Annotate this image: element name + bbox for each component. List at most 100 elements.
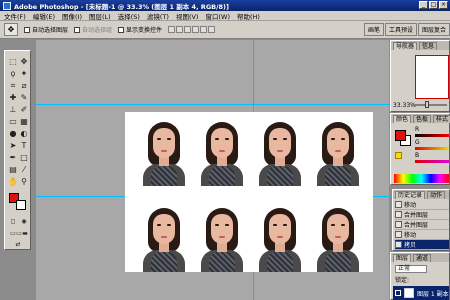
history-item[interactable]: 移动 (395, 230, 449, 240)
channel-g-slider[interactable] (415, 147, 449, 150)
path-select-icon[interactable]: ➤ (8, 141, 18, 151)
color-panel: 颜色 色板 样式 R G B (390, 113, 450, 185)
zoom-tool-icon[interactable]: ⚲ (19, 177, 29, 187)
palette-well: 画笔 工具预设 图层复合 (363, 23, 450, 36)
auto-select-layer-checkbox[interactable]: 自动选择图层 (24, 25, 68, 34)
tab-navigator[interactable]: 导航器 (393, 41, 418, 50)
maximize-button[interactable]: □ (429, 1, 438, 9)
history-item-label: 拷贝 (404, 242, 417, 249)
dodge-tool-icon[interactable]: ◐ (19, 129, 29, 139)
window-title: Adobe Photoshop - [未标题-1 @ 33.3% (图层 1 副… (14, 2, 229, 11)
portrait-photo (313, 204, 363, 272)
shape-tool-icon[interactable]: □ (19, 153, 29, 163)
menu-file[interactable]: 文件(F) (4, 11, 26, 21)
eraser-tool-icon[interactable]: ▭ (8, 117, 18, 127)
align-buttons-group (168, 26, 216, 33)
menu-filter[interactable]: 滤镜(T) (147, 11, 169, 21)
slice-tool-icon[interactable]: ⧄ (19, 81, 29, 91)
type-tool-icon[interactable]: T (19, 141, 29, 151)
channel-b-label: B (415, 152, 420, 159)
toolbox: ⬚ ✥ ϙ ✦ ⌗ ⧄ ✚ ✎ ⊥ ✐ ▭ ▦ ● ◐ ➤ T ✒ □ ▤ ⁄ … (4, 50, 31, 250)
channel-b-slider[interactable] (415, 160, 449, 163)
minimize-button[interactable]: _ (419, 1, 428, 9)
history-item[interactable]: 移动 (395, 200, 449, 210)
color-fg-swatch[interactable] (395, 130, 406, 141)
magic-wand-icon[interactable]: ✦ (19, 69, 29, 79)
tab-styles[interactable]: 样式 (433, 114, 450, 123)
imageready-jump-icon[interactable]: ⇄ (13, 240, 23, 250)
background-color-swatch[interactable] (16, 200, 26, 210)
auto-select-group-label: 自动选择组 (82, 27, 113, 34)
tab-color[interactable]: 颜色 (393, 114, 412, 123)
history-item-label: 移动 (404, 232, 417, 239)
history-panel: 历史记录 动作 移动 合并图层 合并图层 移动 拷贝 (392, 189, 450, 251)
history-brush-icon[interactable]: ✐ (19, 105, 29, 115)
portrait-photo (255, 204, 305, 272)
align-top-button[interactable] (168, 26, 176, 33)
lasso-tool-icon[interactable]: ϙ (8, 69, 18, 79)
crop-tool-icon[interactable]: ⌗ (8, 81, 18, 91)
blur-tool-icon[interactable]: ● (8, 129, 18, 139)
align-bottom-button[interactable] (184, 26, 192, 33)
align-hcenter-button[interactable] (200, 26, 208, 33)
healing-brush-icon[interactable]: ✚ (8, 93, 18, 103)
menu-image[interactable]: 图像(I) (62, 11, 82, 21)
layer-name: 图层 1 副本 (417, 290, 449, 298)
menu-layer[interactable]: 图层(L) (89, 11, 111, 21)
align-right-button[interactable] (208, 26, 216, 33)
menu-help[interactable]: 帮助(H) (237, 11, 260, 21)
tab-swatches[interactable]: 色板 (413, 114, 432, 123)
copy-step-icon (395, 241, 402, 248)
merge-step-icon (395, 221, 402, 228)
standard-mode-icon[interactable]: ◻ (8, 217, 18, 227)
gamut-warning-icon[interactable] (395, 152, 402, 159)
quickmask-mode-icon[interactable]: ◉ (19, 217, 29, 227)
tab-layers[interactable]: 图层 (393, 253, 412, 262)
tab-layer-comps[interactable]: 图层复合 (417, 23, 450, 36)
close-button[interactable]: × (439, 1, 448, 9)
layer-visibility-eye-icon[interactable] (395, 290, 401, 296)
layer-row-selected[interactable]: 图层 1 副本 (393, 286, 449, 300)
color-ramp[interactable] (394, 174, 449, 183)
align-vcenter-button[interactable] (176, 26, 184, 33)
screen-mode-full-icon[interactable]: ▬ (20, 229, 30, 239)
zoom-slider[interactable] (411, 104, 447, 106)
channel-r-slider[interactable] (415, 134, 449, 137)
channel-g-label: G (415, 139, 420, 146)
marquee-tool-icon[interactable]: ⬚ (8, 57, 18, 67)
pen-tool-icon[interactable]: ✒ (8, 153, 18, 163)
gradient-tool-icon[interactable]: ▦ (19, 117, 29, 127)
zoom-slider-knob[interactable] (425, 101, 429, 108)
menu-select[interactable]: 选择(S) (118, 11, 140, 21)
history-item[interactable]: 合并图层 (395, 220, 449, 230)
blend-mode-select[interactable]: 正常 (395, 265, 427, 273)
menu-edit[interactable]: 编辑(E) (33, 11, 55, 21)
menu-window[interactable]: 窗口(W) (205, 11, 230, 21)
auto-select-group-checkbox[interactable]: 自动选择组 (74, 25, 112, 34)
brush-tool-icon[interactable]: ✎ (19, 93, 29, 103)
document-canvas[interactable] (125, 112, 373, 272)
guide-horizontal[interactable] (36, 104, 389, 105)
history-item-selected[interactable]: 拷贝 (395, 240, 449, 250)
hand-tool-icon[interactable]: ✋ (8, 177, 18, 187)
auto-select-layer-label: 自动选择图层 (32, 27, 69, 34)
move-tool-icon[interactable]: ✥ (19, 57, 29, 67)
notes-tool-icon[interactable]: ▤ (8, 165, 18, 175)
align-left-button[interactable] (192, 26, 200, 33)
show-transform-checkbox[interactable]: 显示变换控件 (118, 25, 162, 34)
channel-r-label: R (415, 126, 420, 133)
tab-channels[interactable]: 通道 (413, 253, 432, 262)
tab-tool-presets[interactable]: 工具预设 (384, 23, 417, 36)
navigator-thumbnail[interactable] (415, 55, 449, 99)
eyedropper-icon[interactable]: ⁄ (19, 165, 29, 175)
tab-history[interactable]: 历史记录 (395, 190, 426, 199)
tab-info[interactable]: 信息 (419, 41, 438, 50)
menu-view[interactable]: 视图(V) (176, 11, 199, 21)
tab-actions[interactable]: 动作 (427, 190, 446, 199)
tab-brushes[interactable]: 画笔 (363, 23, 384, 36)
portrait-photo (255, 118, 305, 186)
history-item[interactable]: 合并图层 (395, 210, 449, 220)
layers-panel: 图层 通道 正常 锁定: 图层 1 副本 (390, 252, 450, 300)
clone-stamp-icon[interactable]: ⊥ (8, 105, 18, 115)
move-tool-preset-button[interactable]: ✥ (4, 23, 18, 36)
